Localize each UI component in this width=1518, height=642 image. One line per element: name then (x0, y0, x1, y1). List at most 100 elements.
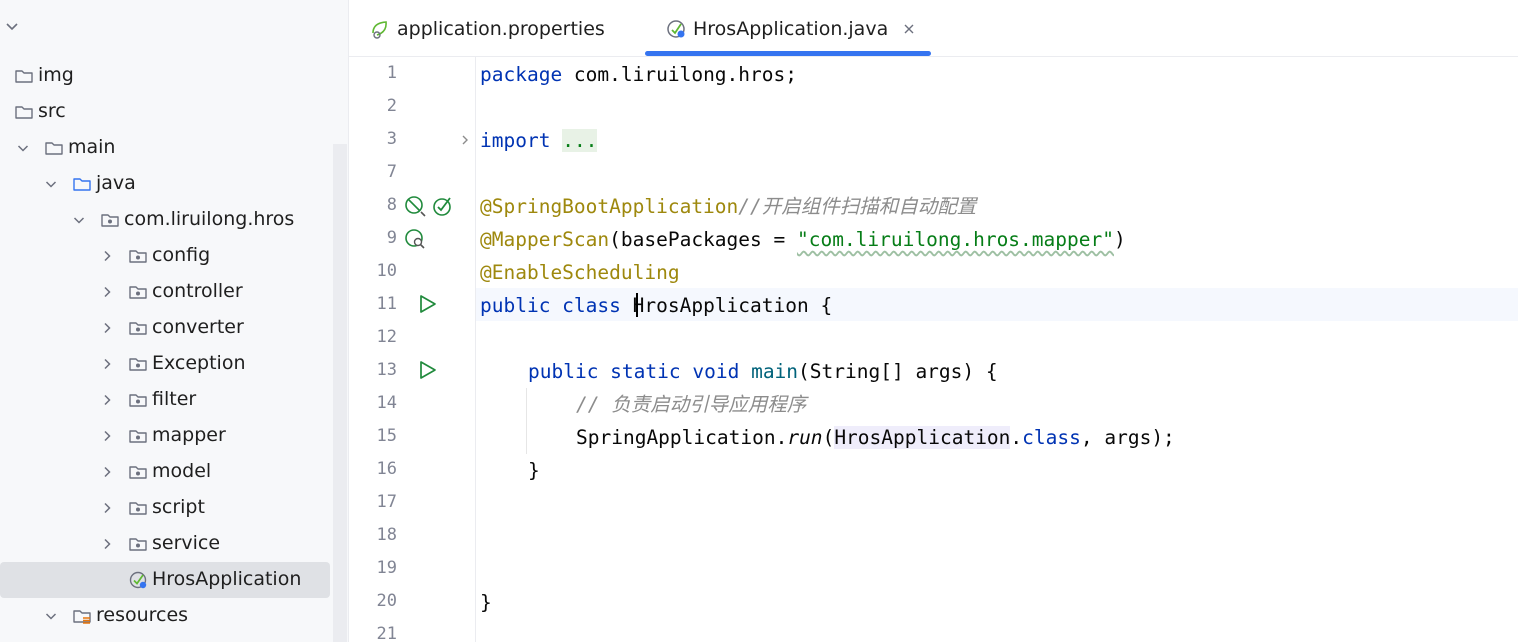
resources-folder-icon (73, 610, 91, 624)
tree-item-label: java (96, 172, 136, 194)
package-icon (129, 430, 147, 443)
package-icon (101, 214, 119, 227)
code-text: , args); (1080, 426, 1175, 449)
tree-item-label: mapper (152, 424, 226, 446)
chevron-down-icon[interactable] (44, 177, 58, 191)
chevron-right-icon[interactable] (100, 537, 114, 551)
code-editor: application.properties HrosApplication.j… (349, 0, 1518, 642)
chevron-right-icon[interactable] (100, 285, 114, 299)
tree-item-java[interactable]: java (0, 166, 330, 202)
tree-item-script[interactable]: script (0, 490, 330, 526)
code-text: (basePackages = (609, 228, 797, 251)
code-text: . (1010, 426, 1023, 449)
run-icon[interactable] (416, 293, 438, 315)
class-reference: HrosApplication (834, 426, 1011, 449)
folder-icon (45, 142, 63, 155)
line-number: 1 (386, 63, 397, 83)
package-icon (129, 322, 147, 335)
tree-item-img[interactable]: img (0, 58, 330, 94)
tree-item-label: com.liruilong.hros (124, 208, 295, 230)
close-icon[interactable] (902, 22, 916, 36)
code-text: (String[] args) { (798, 360, 998, 383)
no-beans-icon[interactable] (404, 195, 426, 217)
folder-icon (15, 106, 33, 119)
code-line-11[interactable]: public class HrosApplication { (480, 289, 832, 322)
run-icon[interactable] (416, 359, 438, 381)
annotation: @SpringBootApplication (480, 195, 739, 218)
chevron-right-icon[interactable] (100, 465, 114, 479)
chevron-right-icon[interactable] (100, 393, 114, 407)
tree-item-label: controller (152, 280, 243, 302)
tree-item-controller[interactable]: controller (0, 274, 330, 310)
line-number: 20 (376, 591, 397, 611)
text-caret (636, 293, 638, 317)
code-line-16[interactable]: } (528, 454, 540, 487)
code-line-1[interactable]: package com.liruilong.hros; (480, 58, 797, 91)
tree-item-src[interactable]: src (0, 94, 330, 130)
spring-properties-icon (372, 20, 387, 39)
code-line-8[interactable]: @SpringBootApplication//开启组件扫描和自动配置 (480, 190, 976, 223)
code-line-13[interactable]: public static void main(String[] args) { (528, 355, 998, 388)
tree-item-label: config (152, 244, 211, 266)
tree-item-model[interactable]: model (0, 454, 330, 490)
package-icon (129, 538, 147, 551)
class-name: HrosApplication (632, 294, 809, 317)
code-text: } (528, 459, 540, 482)
chevron-down-icon[interactable] (4, 18, 20, 34)
method-name: main (751, 360, 799, 383)
tree-scrollbar[interactable] (333, 144, 347, 642)
spring-boot-class-icon (667, 19, 685, 38)
tree-item-exception[interactable]: Exception (0, 346, 330, 382)
package-icon (129, 394, 147, 407)
folder-icon (15, 70, 33, 83)
chevron-down-icon[interactable] (16, 141, 30, 155)
line-number: 19 (376, 558, 397, 578)
chevron-right-icon[interactable] (100, 357, 114, 371)
indent-guide (526, 388, 527, 454)
line-number: 11 (376, 294, 397, 314)
code-line-9[interactable]: @MapperScan(basePackages = "com.liruilon… (480, 223, 1126, 256)
line-number: 7 (386, 162, 397, 182)
tree-item-converter[interactable]: converter (0, 310, 330, 346)
tab-label: application.properties (397, 17, 605, 40)
code-line-3[interactable]: import ... (480, 124, 598, 157)
package-icon (129, 250, 147, 263)
code-line-14[interactable]: // 负责启动引导应用程序 (576, 388, 806, 421)
chevron-right-icon[interactable] (100, 321, 114, 335)
line-number: 8 (386, 195, 397, 215)
code-line-20[interactable]: } (480, 586, 492, 619)
code-line-10[interactable]: @EnableScheduling (480, 256, 680, 289)
code-text: ) (1113, 228, 1126, 251)
tree-item-resources[interactable]: resources (0, 598, 330, 634)
tree-item-label: resources (96, 604, 189, 626)
line-number: 18 (376, 525, 397, 545)
chevron-right-icon[interactable] (100, 501, 114, 515)
comment: //开启组件扫描和自动配置 (738, 195, 977, 218)
tree-item-service[interactable]: service (0, 526, 330, 562)
chevron-down-icon[interactable] (44, 609, 58, 623)
code-text: } (480, 591, 492, 614)
code-line-15[interactable]: SpringApplication.run(HrosApplication.cl… (576, 421, 1175, 454)
chevron-right-icon[interactable] (100, 249, 114, 263)
keyword: package (480, 63, 563, 86)
keyword: import (480, 129, 551, 152)
code-text: SpringApplication. (576, 426, 788, 449)
tab-hros-application[interactable]: HrosApplication.java (665, 0, 916, 57)
tree-item-mapper[interactable]: mapper (0, 418, 330, 454)
chevron-down-icon[interactable] (72, 213, 86, 227)
mapper-scan-icon[interactable] (404, 228, 426, 250)
line-number: 3 (386, 129, 397, 149)
tree-item-config[interactable]: config (0, 238, 330, 274)
tab-application-properties[interactable]: application.properties (369, 0, 605, 57)
tree-item-label: model (152, 460, 212, 482)
fold-chevron-icon[interactable] (458, 133, 472, 147)
spring-boot-run-icon[interactable] (431, 195, 453, 217)
tree-item-filter[interactable]: filter (0, 382, 330, 418)
tree-item-main[interactable]: main (0, 130, 330, 166)
folded-imports[interactable]: ... (562, 129, 598, 152)
package-icon (129, 466, 147, 479)
tree-item-com-liruilong-hros[interactable]: com.liruilong.hros (0, 202, 330, 238)
tree-item-hrosapplication[interactable]: HrosApplication (0, 562, 330, 598)
line-number: 17 (376, 492, 397, 512)
chevron-right-icon[interactable] (100, 429, 114, 443)
